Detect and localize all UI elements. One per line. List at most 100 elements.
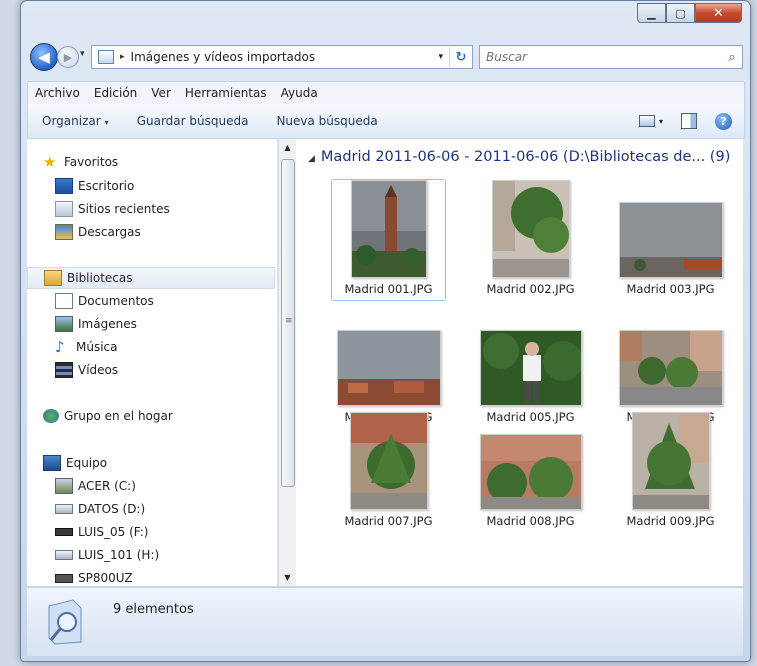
sidebar-item-grupo-hogar[interactable]: Grupo en el hogar (43, 405, 173, 427)
recent-pages-dropdown[interactable]: ▾ (80, 49, 85, 59)
desktop-icon (55, 178, 73, 194)
sidebar-item-label: ACER (C:) (78, 479, 136, 493)
sidebar-item-sp800uz[interactable]: SP800UZ (55, 567, 133, 586)
address-dropdown-icon[interactable]: ▾ (438, 52, 443, 62)
sidebar-item-label: LUIS_05 (F:) (78, 525, 149, 539)
view-icon (638, 115, 655, 127)
sidebar-item-drive-f[interactable]: LUIS_05 (F:) (55, 521, 149, 543)
sidebar-item-descargas[interactable]: Descargas (55, 221, 141, 243)
file-name: Madrid 002.JPG (486, 282, 575, 296)
file-tile[interactable]: Madrid 007.JPG (331, 411, 446, 533)
change-view-button[interactable]: ▾ (638, 115, 663, 127)
usb-drive-icon (55, 528, 73, 536)
group-header[interactable]: ◢ Madrid 2011-06-06 - 2011-06-06 (D:\Bibl… (308, 149, 730, 165)
organize-button[interactable]: Organizar ▾ (28, 114, 123, 128)
close-button[interactable]: ✕ (695, 3, 742, 23)
file-tile[interactable]: Madrid 003.JPG (613, 179, 728, 301)
refresh-button[interactable]: ↻ (449, 47, 472, 67)
sidebar-item-label: Documentos (78, 294, 154, 308)
recent-places-icon (55, 201, 73, 217)
documents-icon (55, 293, 73, 309)
menu-archivo[interactable]: Archivo (28, 86, 87, 100)
scroll-up-button[interactable]: ▲ (279, 139, 296, 156)
sidebar-item-equipo[interactable]: Equipo (43, 452, 107, 474)
back-button[interactable]: ◀ (30, 43, 58, 71)
downloads-icon (55, 224, 73, 240)
photo-thumbnail (631, 412, 710, 510)
file-tile[interactable]: Madrid 008.JPG (473, 411, 588, 533)
sidebar-item-label: Grupo en el hogar (64, 409, 173, 423)
navigation-pane: ★ Favoritos Escritorio Sitios recientes … (27, 139, 278, 586)
sidebar-item-label: SP800UZ (78, 571, 133, 585)
explorer-window: ▁ ▢ ✕ ◀ ▶ ▾ ▸ Imágenes y vídeos importad… (20, 0, 751, 662)
search-results-icon (48, 599, 82, 645)
sidebar-item-favoritos[interactable]: ★ Favoritos (43, 151, 118, 173)
homegroup-icon (43, 409, 59, 423)
navigation-scrollbar[interactable]: ▲ ≡ ▼ (278, 139, 296, 586)
sidebar-item-musica[interactable]: ♪ Música (55, 336, 118, 358)
hard-drive-icon (55, 504, 73, 514)
file-name: Madrid 009.JPG (626, 514, 715, 528)
sidebar-item-drive-c[interactable]: ACER (C:) (55, 475, 136, 497)
photo-thumbnail (349, 412, 428, 510)
search-box[interactable]: ⌕ (479, 45, 743, 69)
sidebar-item-label: DATOS (D:) (78, 502, 146, 516)
details-pane: 9 elementos (27, 587, 743, 656)
preview-pane-button[interactable] (681, 113, 697, 129)
breadcrumb-path[interactable]: Imágenes y vídeos importados (131, 50, 439, 64)
star-icon: ★ (43, 153, 57, 171)
address-bar[interactable]: ▸ Imágenes y vídeos importados ▾ ↻ (91, 45, 473, 69)
libraries-icon (44, 270, 62, 286)
menu-ver[interactable]: Ver (144, 86, 178, 100)
camera-icon (55, 573, 73, 583)
view-dropdown-icon: ▾ (658, 116, 663, 126)
group-header-label: Madrid 2011-06-06 - 2011-06-06 (D:\Bibli… (320, 149, 731, 165)
file-tile[interactable]: Madrid 009.JPG (613, 411, 728, 533)
videos-icon (55, 362, 73, 378)
sidebar-item-label: Vídeos (78, 363, 119, 377)
sidebar-item-sitios-recientes[interactable]: Sitios recientes (55, 198, 170, 220)
save-search-button[interactable]: Guardar búsqueda (123, 114, 263, 128)
pictures-icon (55, 316, 73, 332)
new-search-button[interactable]: Nueva búsqueda (262, 114, 391, 128)
menu-edicion[interactable]: Edición (87, 86, 144, 100)
photo-thumbnail (618, 202, 723, 278)
navigation-bar: ◀ ▶ ▾ ▸ Imágenes y vídeos importados ▾ ↻… (27, 41, 743, 73)
maximize-button[interactable]: ▢ (666, 3, 695, 23)
sidebar-item-label: Favoritos (64, 155, 119, 169)
sidebar-item-bibliotecas[interactable]: Bibliotecas (27, 267, 275, 289)
file-tile[interactable]: Madrid 001.JPG (331, 179, 446, 301)
help-button[interactable]: ? (715, 112, 732, 130)
forward-button[interactable]: ▶ (57, 46, 79, 68)
file-name: Madrid 003.JPG (626, 282, 715, 296)
item-count: 9 elementos (113, 602, 194, 617)
photo-thumbnail (618, 330, 723, 406)
sidebar-item-drive-h[interactable]: LUIS_101 (H:) (55, 544, 159, 566)
sidebar-item-label: Escritorio (78, 179, 135, 193)
caption-buttons: ▁ ▢ ✕ (637, 3, 742, 23)
system-drive-icon (55, 478, 73, 494)
sidebar-item-documentos[interactable]: Documentos (55, 290, 154, 312)
file-tile[interactable]: Madrid 002.JPG (473, 179, 588, 301)
sidebar-item-escritorio[interactable]: Escritorio (55, 175, 134, 197)
search-input[interactable] (480, 49, 722, 65)
scroll-down-button[interactable]: ▼ (279, 569, 296, 586)
sidebar-item-label: Música (76, 340, 118, 354)
minimize-button[interactable]: ▁ (637, 3, 666, 23)
search-icon[interactable]: ⌕ (722, 50, 742, 65)
sidebar-item-label: Equipo (66, 456, 108, 470)
file-name: Madrid 007.JPG (344, 514, 433, 528)
collapse-triangle-icon[interactable]: ◢ (308, 154, 315, 164)
sidebar-item-drive-d[interactable]: DATOS (D:) (55, 498, 145, 520)
sidebar-item-imagenes[interactable]: Imágenes (55, 313, 137, 335)
menu-ayuda[interactable]: Ayuda (274, 86, 325, 100)
command-bar-right: ▾ ? (638, 112, 744, 130)
scrollbar-thumb[interactable]: ≡ (281, 159, 295, 487)
sidebar-item-videos[interactable]: Vídeos (55, 359, 118, 381)
breadcrumb-chevron-icon[interactable]: ▸ (120, 52, 125, 62)
photo-thumbnail (479, 330, 582, 406)
organize-label: Organizar (42, 114, 101, 128)
command-bar: Organizar ▾ Guardar búsqueda Nueva búsque… (27, 104, 745, 139)
menu-herramientas[interactable]: Herramientas (178, 86, 274, 100)
photo-thumbnail (491, 180, 570, 278)
